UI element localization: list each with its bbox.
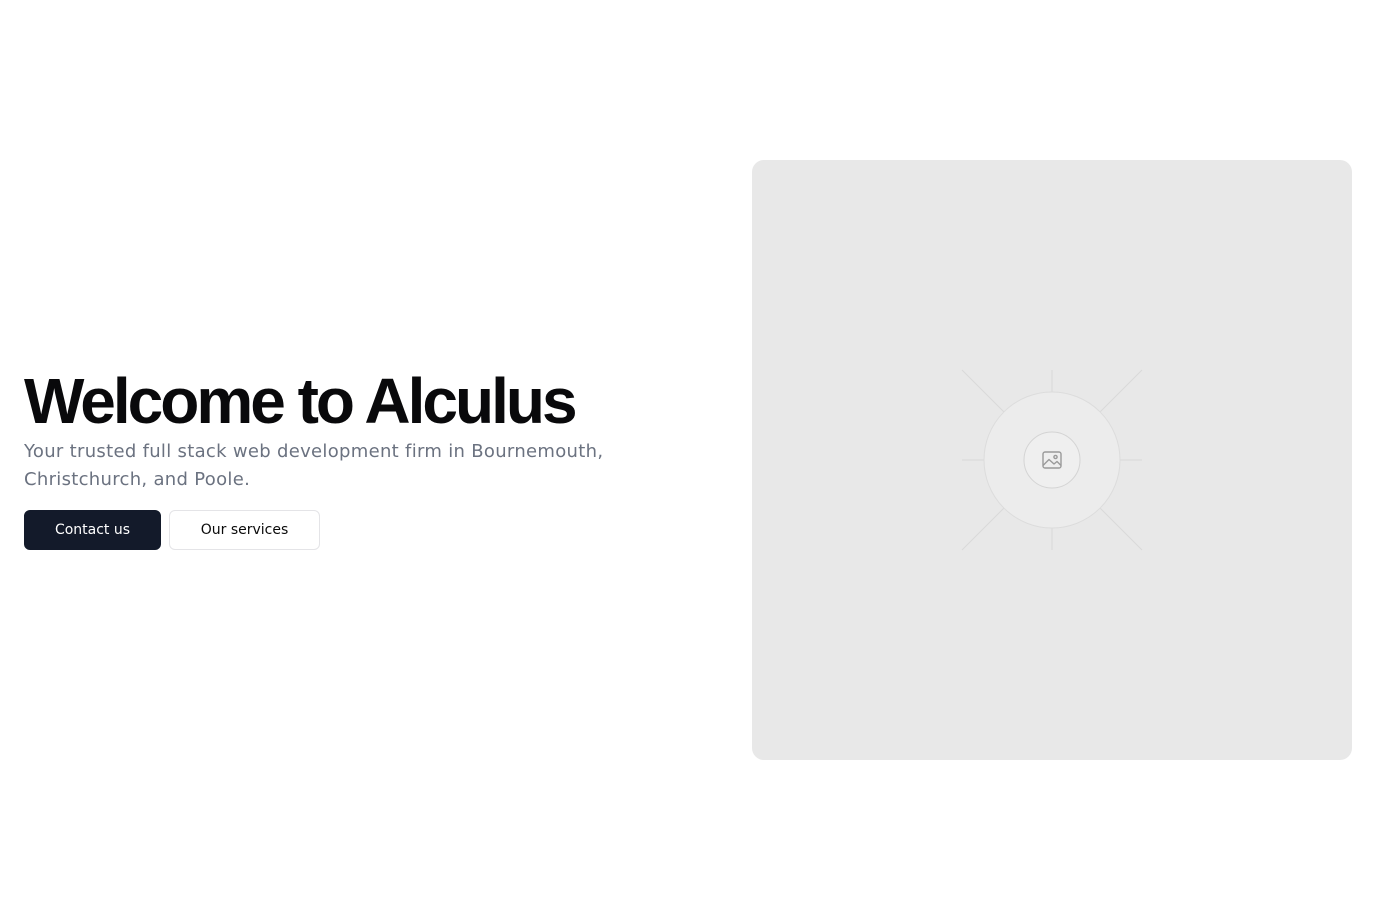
hero-section: Welcome to Alculus Your trusted full sta… [0,0,1376,920]
hero-text-block: Welcome to Alculus Your trusted full sta… [24,366,664,550]
hero-title: Welcome to Alculus [24,365,578,437]
hero-image-placeholder [752,160,1352,760]
hero-subtitle: Your trusted full stack web development … [24,441,604,490]
our-services-button[interactable]: Our services [169,510,320,550]
contact-us-button[interactable]: Contact us [24,510,161,550]
hero-actions: Contact us Our services [24,510,664,550]
image-placeholder-icon [961,369,1143,551]
